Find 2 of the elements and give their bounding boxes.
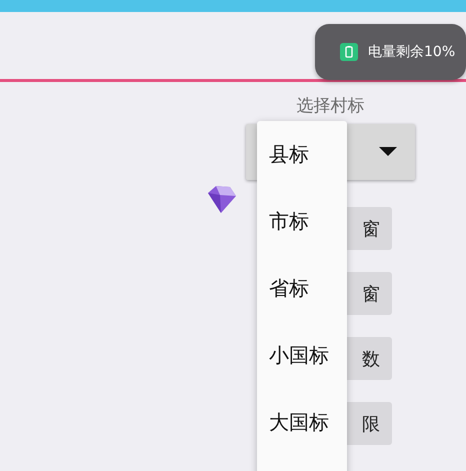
toast-message: 电量剩余10% xyxy=(368,43,456,61)
spinner-label: 选择村标 xyxy=(296,95,364,118)
